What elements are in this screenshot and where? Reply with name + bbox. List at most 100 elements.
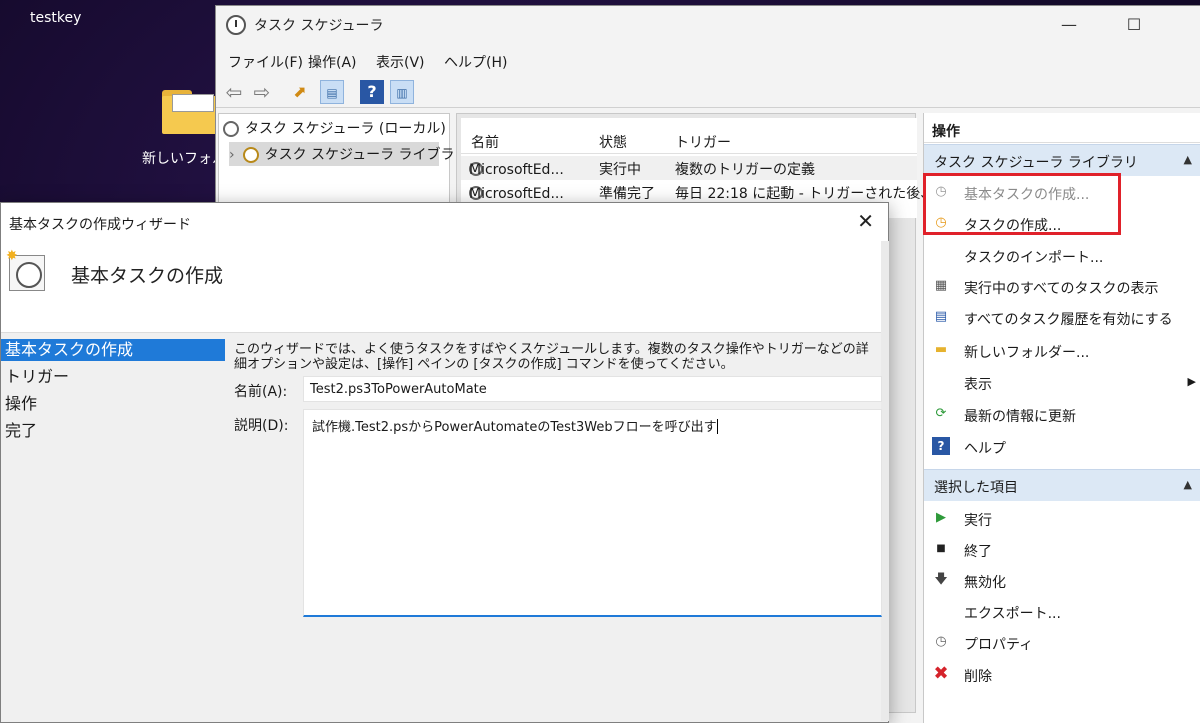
clock-icon — [226, 15, 246, 35]
end-action[interactable]: ■ 終了 — [924, 534, 1200, 565]
desktop-folder-label[interactable]: 新しいフォル — [142, 148, 226, 168]
table-row[interactable]: MicrosoftEd... 準備完了 毎日 22:18 に起動 - トリガーさ… — [461, 180, 934, 204]
tree-library[interactable]: › タスク スケジューラ ライブラリ — [229, 142, 469, 166]
task-status: 準備完了 — [599, 186, 655, 202]
task-trigger: 複数のトリガーの定義 — [675, 162, 815, 178]
action-label: すべてのタスク履歴を有効にする — [964, 312, 1173, 328]
enable-history-action[interactable]: ▤ すべてのタスク履歴を有効にする — [924, 302, 1200, 333]
column-name[interactable]: 名前 — [471, 132, 499, 152]
action-label: 最新の情報に更新 — [964, 409, 1076, 425]
menu-file[interactable]: ファイル(F) — [228, 52, 303, 72]
close-icon[interactable]: ✕ — [857, 209, 874, 233]
table-row[interactable]: MicrosoftEd... 実行中 複数のトリガーの定義 — [461, 156, 917, 180]
menu-bar: ファイル(F) 操作(A) 表示(V) ヘルプ(H) — [216, 48, 1200, 74]
step-create-basic-task[interactable]: 基本タスクの作成 — [1, 339, 225, 361]
action-label: プロパティ — [964, 637, 1034, 653]
window-title: タスク スケジューラ — [254, 18, 384, 34]
task-trigger: 毎日 22:18 に起動 - トリガーされた後、 — [675, 186, 935, 202]
task-name: MicrosoftEd... — [469, 162, 564, 178]
library-section-header[interactable]: タスク スケジューラ ライブラリ ▲ — [924, 144, 1200, 176]
view-action[interactable]: 表示 ▶ — [924, 367, 1200, 398]
library-section-label: タスク スケジューラ ライブラリ — [934, 155, 1138, 171]
refresh-action[interactable]: ⟳ 最新の情報に更新 — [924, 399, 1200, 430]
back-arrow-icon[interactable]: ⇦ — [222, 80, 246, 104]
action-label: 終了 — [964, 544, 992, 560]
wizard-title-bar: 基本タスクの作成ウィザード ✕ — [1, 203, 888, 241]
scrollbar[interactable] — [881, 241, 889, 721]
run-action[interactable]: ▶ 実行 — [924, 503, 1200, 534]
chevron-right-icon[interactable]: › — [229, 147, 235, 163]
collapse-caret-icon[interactable]: ▲ — [1184, 153, 1192, 166]
delete-icon: ✖ — [933, 663, 949, 684]
action-label: 表示 — [964, 377, 992, 393]
tree-library-label: タスク スケジューラ ライブラリ — [264, 147, 469, 163]
folder-icon[interactable] — [160, 88, 220, 136]
folder-icon: ▬ — [934, 342, 948, 357]
minimize-button[interactable]: — — [1046, 10, 1092, 40]
collapse-caret-icon[interactable]: ▲ — [1184, 478, 1192, 491]
action-label: 新しいフォルダー... — [964, 345, 1090, 361]
menu-help[interactable]: ヘルプ(H) — [444, 52, 507, 72]
task-list-header: 名前 状態 トリガー — [461, 126, 917, 154]
action-label: 実行 — [964, 513, 992, 529]
selected-section-label: 選択した項目 — [934, 480, 1018, 496]
wizard-header: ✸ 基本タスクの作成 — [1, 241, 888, 333]
column-status[interactable]: 状態 — [599, 132, 627, 152]
clock-icon — [223, 121, 239, 137]
help-icon[interactable]: ? — [360, 80, 384, 104]
disable-action[interactable]: 🡇 無効化 — [924, 565, 1200, 596]
action-label: タスクのインポート... — [964, 250, 1104, 266]
up-folder-icon[interactable]: ⬈ — [288, 80, 312, 104]
show-tree-icon[interactable]: ▤ — [320, 80, 344, 104]
forward-arrow-icon[interactable]: ⇨ — [250, 80, 274, 104]
wizard-description: このウィザードでは、よく使うタスクをすばやくスケジュールします。複数のタスク操作… — [234, 342, 869, 372]
step-action[interactable]: 操作 — [1, 393, 225, 415]
tree-root-label: タスク スケジューラ (ローカル) — [245, 121, 446, 137]
description-label: 説明(D): — [234, 418, 289, 434]
name-label: 名前(A): — [234, 384, 288, 400]
selected-section-header[interactable]: 選択した項目 ▲ — [924, 469, 1200, 501]
maximize-button[interactable]: ☐ — [1111, 10, 1157, 40]
column-trigger[interactable]: トリガー — [675, 132, 731, 152]
description-field[interactable]: 試作機.Test2.psからPowerAutomateのTest3Webフローを… — [303, 409, 882, 617]
name-field[interactable]: Test2.ps3ToPowerAutoMate — [303, 376, 882, 402]
show-action-pane-icon[interactable]: ▥ — [390, 80, 414, 104]
stop-icon: ■ — [936, 543, 946, 554]
delete-action[interactable]: ✖ 削除 — [924, 659, 1200, 690]
action-label: 削除 — [964, 669, 992, 685]
show-running-tasks-action[interactable]: ▦ 実行中のすべてのタスクの表示 — [924, 271, 1200, 302]
tree-root[interactable]: タスク スケジューラ (ローカル) — [223, 118, 446, 138]
task-name: MicrosoftEd... — [469, 186, 564, 202]
export-action[interactable]: エクスポート... — [924, 596, 1200, 627]
action-label: エクスポート... — [964, 606, 1061, 622]
down-arrow-icon: 🡇 — [934, 572, 948, 587]
desktop-username: testkey — [30, 10, 82, 26]
actions-header: 操作 — [924, 113, 1200, 143]
wizard-title: 基本タスクの作成ウィザード — [9, 217, 191, 233]
properties-action[interactable]: ◷ プロパティ — [924, 627, 1200, 658]
step-trigger[interactable]: トリガー — [1, 366, 225, 388]
task-status: 実行中 — [599, 162, 641, 178]
menu-view[interactable]: 表示(V) — [376, 52, 425, 72]
help-icon: ? — [932, 437, 950, 455]
refresh-icon: ⟳ — [935, 406, 947, 421]
new-folder-action[interactable]: ▬ 新しいフォルダー... — [924, 335, 1200, 366]
action-label: 実行中のすべてのタスクの表示 — [964, 281, 1159, 297]
title-bar: タスク スケジューラ — ☐ — [216, 6, 1200, 44]
basic-task-wizard-dialog: 基本タスクの作成ウィザード ✕ ✸ 基本タスクの作成 基本タスクの作成 トリガー… — [0, 202, 889, 723]
description-text: 試作機.Test2.psからPowerAutomateのTest3Webフローを… — [312, 420, 717, 435]
properties-icon: ◷ — [935, 634, 947, 649]
list-icon: ▦ — [934, 278, 948, 293]
navigation-tree: タスク スケジューラ (ローカル) › タスク スケジューラ ライブラリ — [218, 113, 469, 213]
step-finish[interactable]: 完了 — [1, 420, 225, 442]
clock-star-icon: ✸ — [6, 248, 45, 291]
help-action[interactable]: ? ヘルプ — [924, 431, 1200, 462]
import-task-action[interactable]: タスクのインポート... — [924, 240, 1200, 271]
highlight-box — [923, 173, 1121, 235]
action-label: ヘルプ — [964, 441, 1006, 457]
toolbar: ⇦ ⇨ ⬈ ▤ ? ▥ — [216, 76, 1200, 108]
wizard-heading: 基本タスクの作成 — [71, 265, 224, 287]
menu-action[interactable]: 操作(A) — [308, 52, 357, 72]
folder-clock-icon — [242, 147, 259, 163]
history-icon: ▤ — [934, 309, 948, 324]
